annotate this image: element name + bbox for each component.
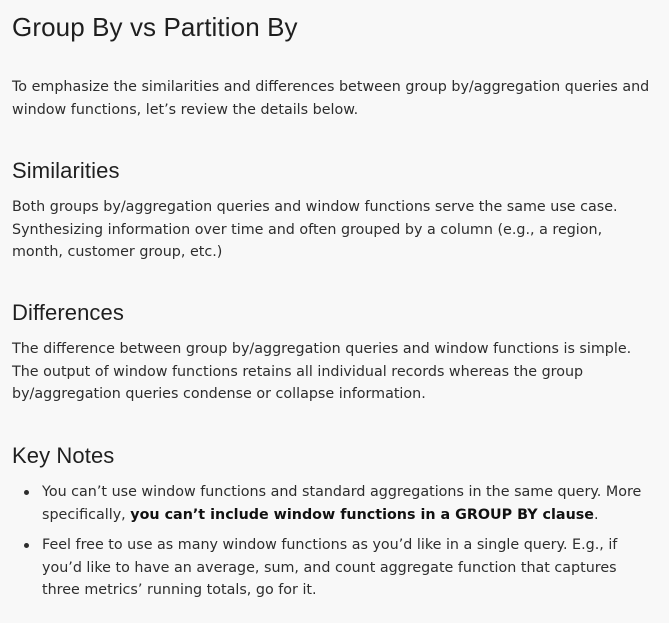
article-page: Group By vs Partition By To emphasize th… xyxy=(0,0,669,623)
similarities-paragraph: Both groups by/aggregation queries and w… xyxy=(12,199,618,260)
key-notes-list: You can’t use window functions and stand… xyxy=(12,481,657,602)
bullet-icon xyxy=(24,490,29,495)
key-note-punctuation: . xyxy=(593,506,599,523)
page-title: Group By vs Partition By xyxy=(12,12,298,42)
differences-heading: Differences xyxy=(12,300,124,325)
key-note-emphasis: you can’t include window functions in a … xyxy=(130,506,594,523)
bullet-icon xyxy=(24,543,29,548)
list-item: You can’t use window functions and stand… xyxy=(12,481,657,526)
list-item: Feel free to use as many window function… xyxy=(12,534,657,602)
key-note-text: Feel free to use as many window function… xyxy=(42,537,618,598)
similarities-heading: Similarities xyxy=(12,158,120,183)
key-notes-heading: Key Notes xyxy=(12,443,115,468)
differences-paragraph: The difference between group by/aggregat… xyxy=(12,341,632,402)
intro-paragraph: To emphasize the similarities and differ… xyxy=(12,79,650,118)
